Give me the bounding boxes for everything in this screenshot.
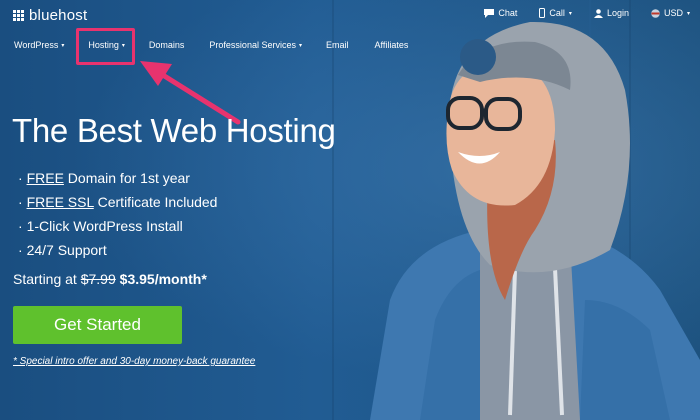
get-started-button[interactable]: Get Started bbox=[13, 306, 182, 344]
free-ssl-link[interactable]: FREE SSL bbox=[27, 194, 94, 210]
old-price: $7.99 bbox=[80, 271, 116, 287]
feature-text: 1-Click WordPress Install bbox=[26, 218, 183, 234]
bullet: · bbox=[18, 170, 23, 186]
feature-item: · 24/7 Support bbox=[18, 242, 217, 266]
feature-item: · FREE SSL Certificate Included bbox=[18, 194, 217, 218]
bullet: · bbox=[18, 218, 23, 234]
feature-text: Certificate Included bbox=[93, 194, 218, 210]
bullet: · bbox=[18, 194, 23, 210]
pricing-line: Starting at $7.99 $3.95/month* bbox=[13, 271, 207, 287]
free-domain-link[interactable]: FREE bbox=[27, 170, 64, 186]
feature-text: Domain for 1st year bbox=[63, 170, 190, 186]
new-price: $3.95/month* bbox=[119, 271, 207, 287]
offer-disclaimer-link[interactable]: * Special intro offer and 30-day money-b… bbox=[13, 356, 255, 367]
pricing-prefix: Starting at bbox=[13, 271, 77, 287]
hero-title: The Best Web Hosting bbox=[12, 112, 336, 149]
feature-item: · FREE Domain for 1st year bbox=[18, 170, 217, 194]
feature-item: · 1-Click WordPress Install bbox=[18, 218, 217, 242]
feature-text: 24/7 Support bbox=[26, 242, 107, 258]
feature-list: · FREE Domain for 1st year · FREE SSL Ce… bbox=[18, 170, 217, 266]
bullet: · bbox=[18, 242, 23, 258]
